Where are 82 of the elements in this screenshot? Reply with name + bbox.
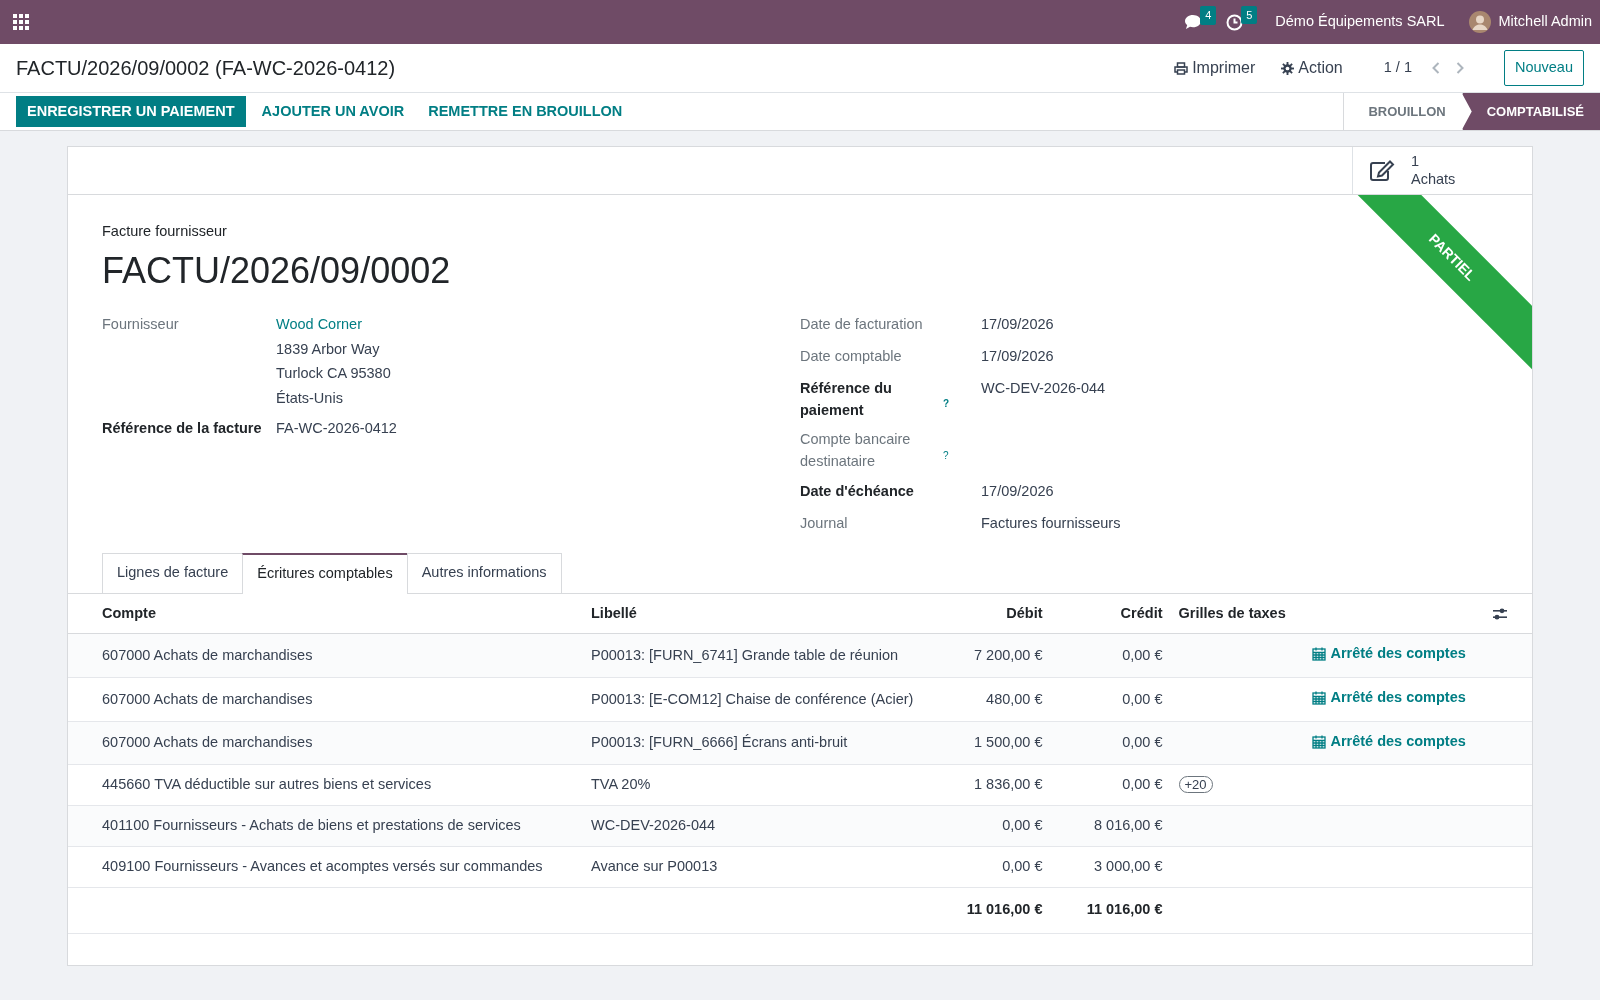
table-cell: 480,00 € <box>950 677 1051 722</box>
edit-icon <box>1369 159 1395 182</box>
column-header: Compte <box>68 593 583 634</box>
calendar-icon <box>1312 647 1327 662</box>
action-button[interactable]: REMETTRE EN BROUILLON <box>420 95 631 128</box>
column-header: Crédit <box>1050 593 1171 634</box>
field-label: Date de facturation <box>800 314 923 334</box>
tab[interactable]: Lignes de facture <box>102 552 244 593</box>
field-label: Compte bancaire destinataire <box>800 430 912 472</box>
field-value: WC-DEV-2026-044 <box>981 379 1106 396</box>
total-credit: 11 016,00 € <box>1050 887 1171 934</box>
table-cell: 3 000,00 € <box>1050 846 1171 888</box>
counter-badge: 4 <box>1200 6 1217 25</box>
column-header: Libellé <box>583 593 951 634</box>
address-line: 1839 Arbor Way <box>276 339 381 359</box>
status-step[interactable]: COMPTABILISÉ <box>1461 93 1600 130</box>
table-cell: 607000 Achats de marchandises <box>68 677 583 722</box>
column-settings-icon[interactable] <box>1492 606 1508 621</box>
field-value: Factures fournisseurs <box>981 514 1121 531</box>
table-cell: 445660 TVA déductible sur autres biens et services <box>68 764 583 806</box>
address-line: Turlock CA 95380 <box>276 364 391 384</box>
field-label: Date d'échéance <box>800 481 914 501</box>
tab[interactable]: Autres informations <box>406 552 562 593</box>
help-icon[interactable]: ? <box>943 450 949 461</box>
column-header: Débit <box>950 593 1051 634</box>
field-value: 17/09/2026 <box>981 347 1054 364</box>
field-value: 17/09/2026 <box>981 315 1054 332</box>
cutoff-link[interactable]: Arrêté des comptes <box>1312 730 1466 753</box>
counter-badge: 5 <box>1241 5 1258 24</box>
field-label: Référence de la facture <box>102 418 262 438</box>
cutoff-link[interactable]: Arrêté des comptes <box>1312 643 1466 666</box>
table-cell: TVA 20% <box>583 764 951 806</box>
table-cell: 607000 Achats de marchandises <box>68 721 583 765</box>
table-cell: 0,00 € <box>1050 721 1171 765</box>
table-cell: 0,00 € <box>1050 764 1171 806</box>
table-cell: 401100 Fournisseurs - Achats de biens et prestations de services <box>68 805 583 847</box>
pager-value: 1 / 1 <box>1383 58 1412 78</box>
action-button[interactable]: Action <box>1280 55 1344 81</box>
table-cell: 0,00 € <box>1050 677 1171 722</box>
avatar-icon[interactable] <box>1468 11 1491 33</box>
column-header: Grilles de taxes <box>1170 593 1305 634</box>
gear-icon <box>1281 61 1295 75</box>
table-cell: WC-DEV-2026-044 <box>583 805 951 847</box>
print-button[interactable]: Imprimer <box>1173 55 1257 81</box>
company-switcher[interactable]: Démo Équipements SARL <box>1275 11 1445 33</box>
vendor-link[interactable]: Wood Corner <box>276 313 391 336</box>
table-cell: 607000 Achats de marchandises <box>68 633 583 678</box>
help-icon[interactable]: ? <box>943 399 950 410</box>
field-value: 17/09/2026 <box>981 482 1054 499</box>
field-label: Journal <box>800 513 848 533</box>
table-cell: 7 200,00 € <box>950 633 1051 678</box>
total-debit: 11 016,00 € <box>950 887 1051 934</box>
register-payment-button[interactable]: ENREGISTRER UN PAIEMENT <box>16 95 246 128</box>
user-menu[interactable]: Mitchell Admin <box>1498 11 1592 33</box>
chat-icon[interactable] <box>1184 14 1203 30</box>
table-cell: 8 016,00 € <box>1050 805 1171 847</box>
table-cell: 0,00 € <box>1050 633 1171 678</box>
breadcrumb: FACTU/2026/09/0002 (FA-WC-2026-0412) <box>16 56 396 81</box>
document-title: FACTU/2026/09/0002 <box>102 248 451 292</box>
tab[interactable]: Écritures comptables <box>242 552 408 594</box>
table-cell: 1 500,00 € <box>950 721 1051 765</box>
printer-icon <box>1174 61 1189 75</box>
field-label: Date comptable <box>800 346 902 366</box>
calendar-icon <box>1312 690 1327 705</box>
table-cell: 0,00 € <box>950 846 1051 888</box>
calendar-icon <box>1312 734 1327 749</box>
field-label: Fournisseur <box>102 314 179 334</box>
table-cell: P00013: [FURN_6666] Écrans anti-bruit <box>583 721 951 765</box>
table-cell: 1 836,00 € <box>950 764 1051 806</box>
clock-icon[interactable] <box>1226 13 1244 31</box>
cutoff-link[interactable]: Arrêté des comptes <box>1312 687 1466 709</box>
action-button[interactable]: AJOUTER UN AVOIR <box>253 95 413 128</box>
field-value: FA-WC-2026-0412 <box>276 419 397 436</box>
new-button[interactable]: Nouveau <box>1503 50 1584 86</box>
table-cell: P00013: [E-COM12] Chaise de conférence (Acier) <box>583 677 951 722</box>
address-line: États-Unis <box>276 389 344 409</box>
field-label: Référence du paiement <box>800 378 893 420</box>
table-cell: 409100 Fournisseurs - Avances et acomptes versés sur commandes <box>68 846 583 888</box>
apps-menu-icon[interactable] <box>12 13 30 31</box>
table-cell: 0,00 € <box>950 805 1051 847</box>
table-cell: Avance sur P00013 <box>583 846 951 888</box>
table-cell: P00013: [FURN_6741] Grande table de réunion <box>583 633 951 678</box>
